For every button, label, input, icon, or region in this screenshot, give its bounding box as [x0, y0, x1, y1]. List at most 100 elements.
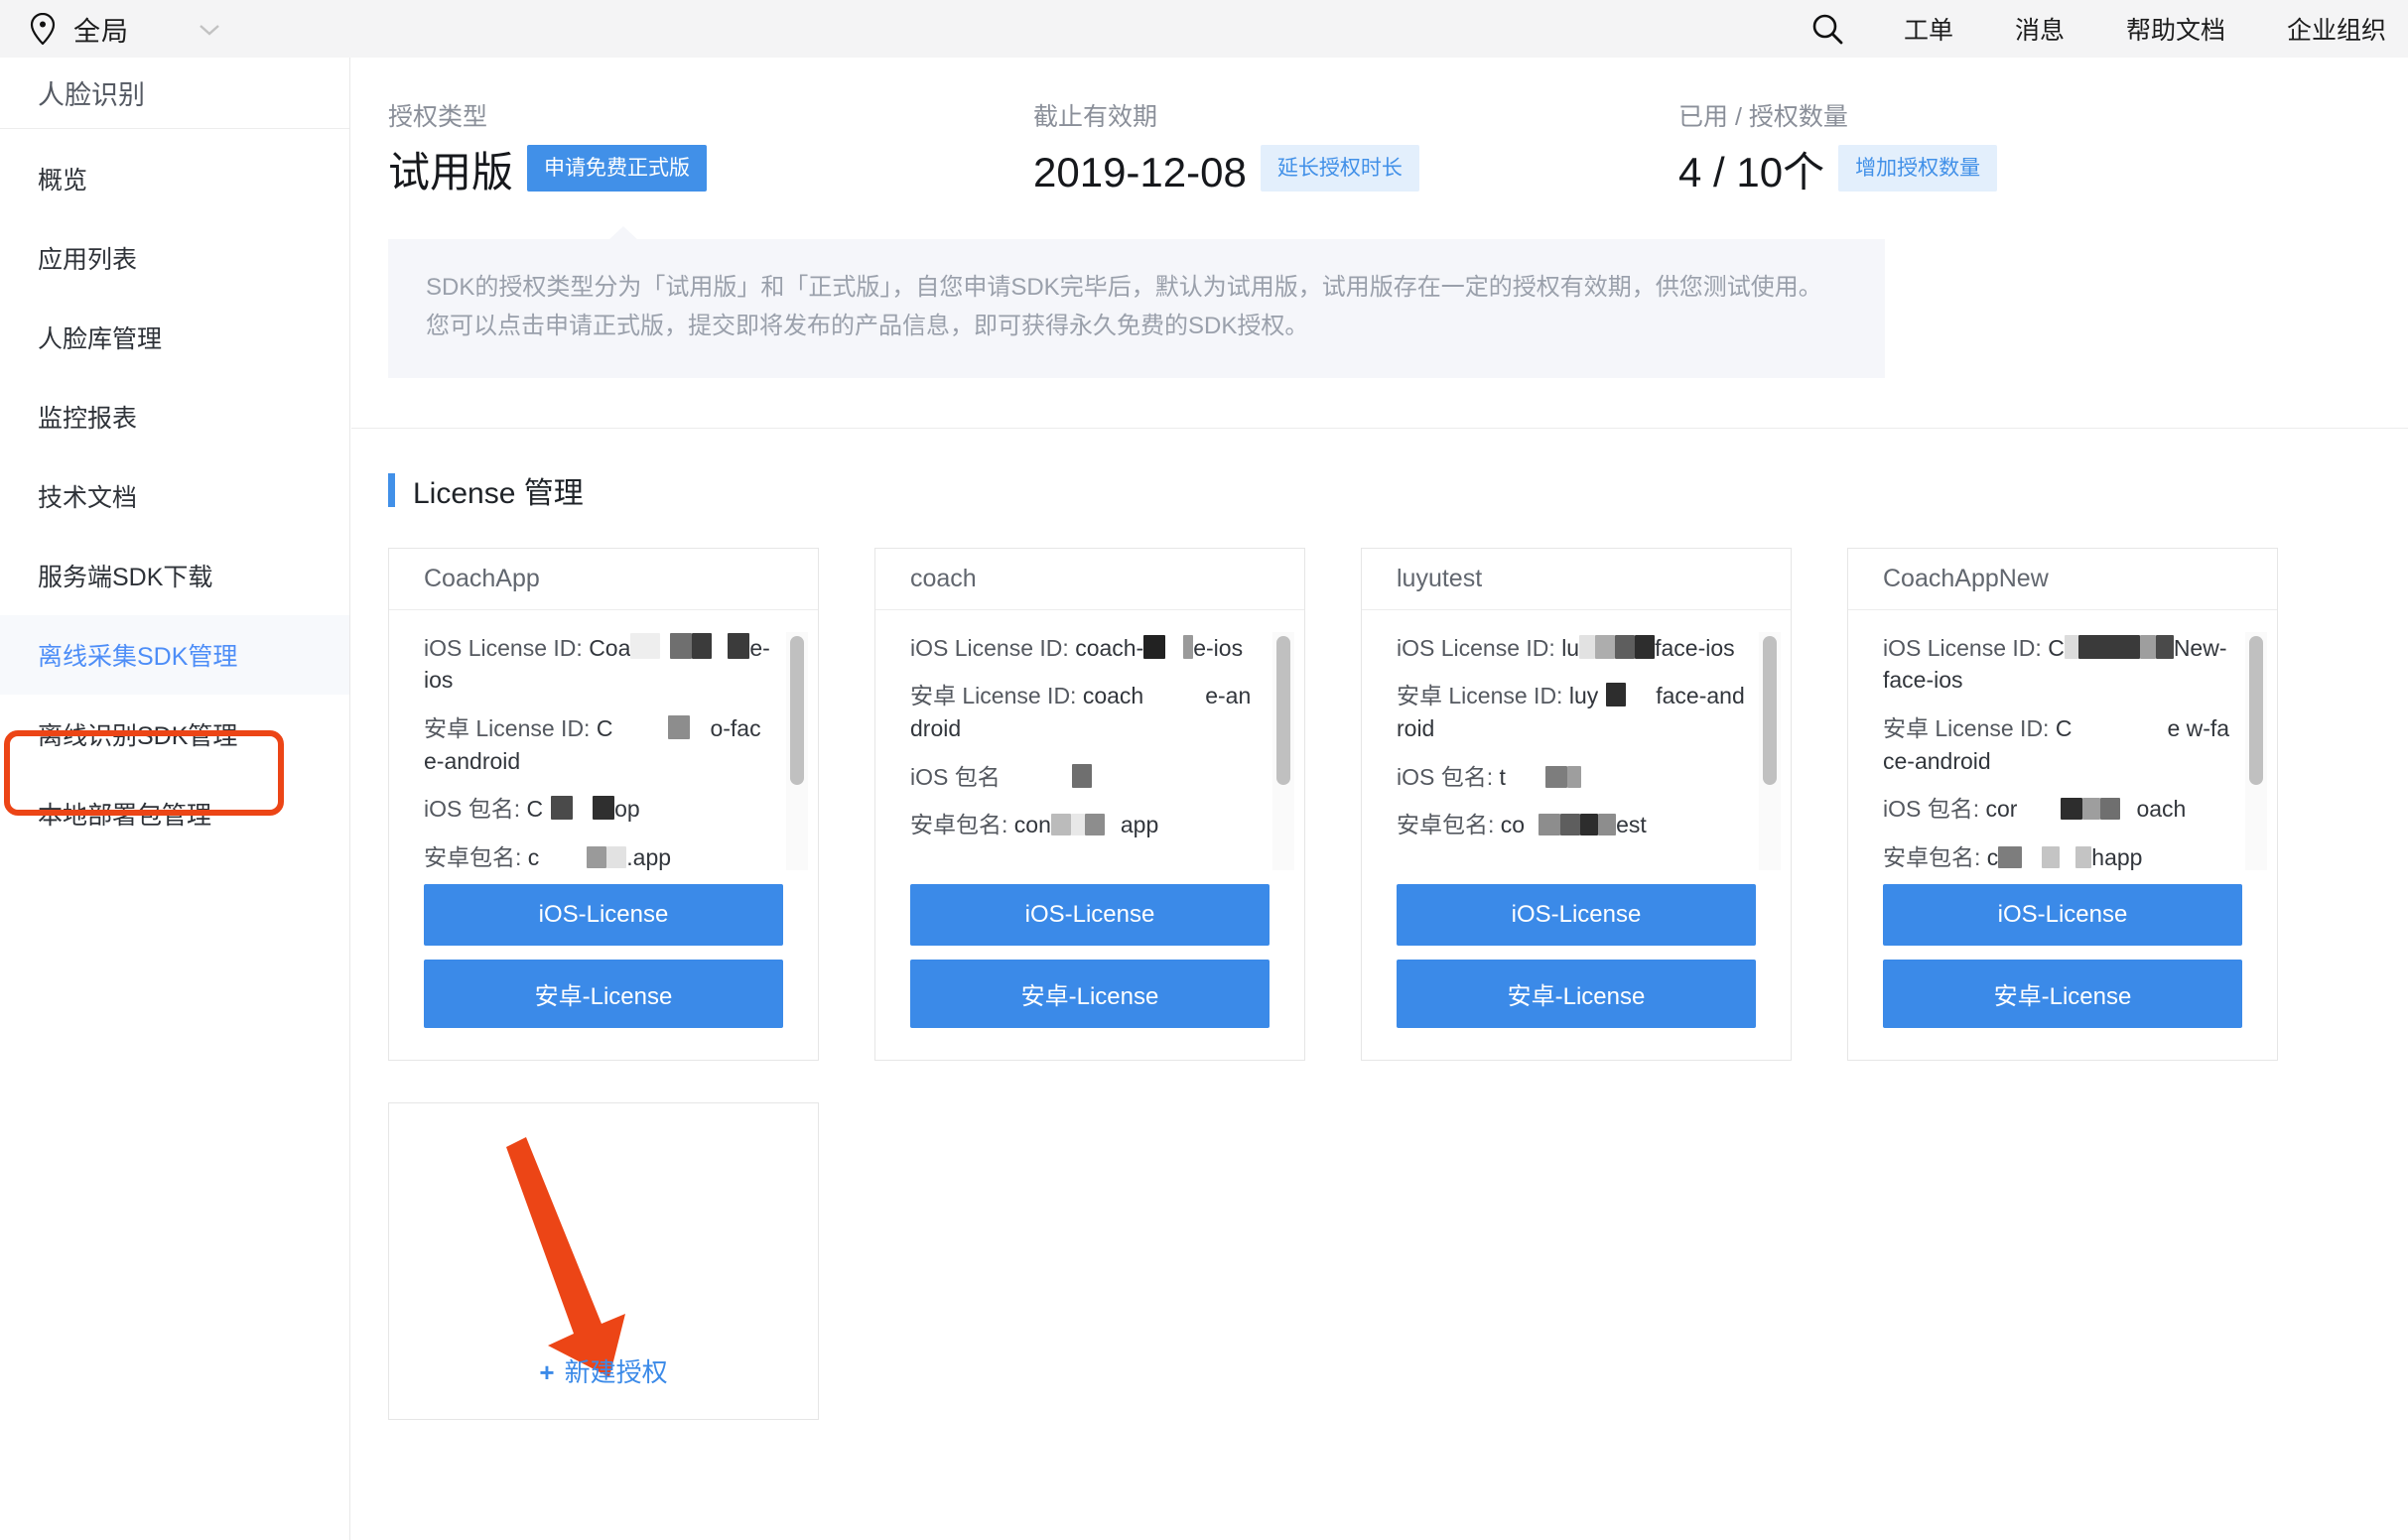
ios-package-field: iOS 包名: Cop: [424, 793, 772, 826]
search-icon[interactable]: [1810, 12, 1844, 46]
sidebar-item-server-sdk-download[interactable]: 服务端SDK下载: [0, 536, 349, 615]
license-card-list: CoachApp iOS License ID: Coae-ios 安卓 Lic…: [388, 548, 2408, 1061]
chevron-down-icon[interactable]: [199, 23, 220, 35]
redaction-block: [587, 846, 606, 868]
card-scrollbar-thumb[interactable]: [2249, 636, 2263, 785]
section-accent-bar: [388, 473, 395, 507]
new-authorization-card[interactable]: +新建授权: [388, 1102, 819, 1420]
sidebar-item-offline-recognition-sdk[interactable]: 离线识别SDK管理: [0, 695, 349, 774]
redaction-block: [2078, 635, 2140, 659]
redaction-block: [2156, 635, 2174, 659]
field-value-suffix: happ: [2091, 844, 2142, 870]
redaction-block: [2065, 635, 2078, 659]
card-scrollbar[interactable]: [1272, 632, 1294, 870]
ios-license-button[interactable]: iOS-License: [1883, 884, 2242, 946]
info-banner: SDK的授权类型分为「试用版」和「正式版」，自您申请SDK完毕后，默认为试用版，…: [388, 239, 1885, 378]
ios-license-id-field: iOS License ID: coach-e-ios: [910, 632, 1259, 665]
redaction-block: [1072, 764, 1092, 788]
field-label: 安卓包名:: [424, 844, 521, 870]
sidebar-item-face-library[interactable]: 人脸库管理: [0, 298, 349, 377]
license-card: luyutest iOS License ID: luface-ios 安卓 L…: [1361, 548, 1792, 1061]
redaction-block: [1545, 766, 1567, 788]
sidebar-item-label: 本地部署包管理: [38, 796, 211, 832]
redaction-block: [606, 846, 626, 868]
card-scrollbar-thumb[interactable]: [1276, 636, 1290, 785]
field-value-suffix: app: [1121, 812, 1158, 837]
redaction-block: [1143, 635, 1165, 659]
quota-label: 已用 / 授权数量: [1678, 97, 1997, 133]
redaction-block: [573, 796, 593, 820]
field-value-suffix: est: [1616, 812, 1647, 837]
field-label: 安卓包名:: [1883, 844, 1980, 870]
field-label: 安卓包名:: [910, 812, 1007, 837]
field-value-prefix: con: [1014, 812, 1051, 837]
region-label: 全局: [73, 10, 129, 49]
redaction-block: [2120, 798, 2136, 820]
sidebar-item-offline-capture-sdk[interactable]: 离线采集SDK管理: [0, 615, 349, 695]
ios-license-button[interactable]: iOS-License: [910, 884, 1270, 946]
sidebar-item-tech-docs[interactable]: 技术文档: [0, 456, 349, 536]
field-value-prefix: C: [2056, 715, 2073, 741]
field-label: iOS 包名:: [424, 796, 520, 822]
sidebar-item-monitor-report[interactable]: 监控报表: [0, 377, 349, 456]
android-license-button[interactable]: 安卓-License: [1883, 960, 2242, 1028]
sidebar: 人脸识别 概览 应用列表 人脸库管理 监控报表 技术文档 服务端SDK下载 离线…: [0, 58, 350, 1540]
android-license-button[interactable]: 安卓-License: [910, 960, 1270, 1028]
redaction-block: [2022, 846, 2042, 868]
android-license-button[interactable]: 安卓-License: [424, 960, 783, 1028]
redaction-block: [612, 713, 668, 739]
redaction-block: [1085, 814, 1105, 835]
redaction-block: [728, 633, 749, 659]
redaction-block: [690, 713, 710, 739]
extend-authorization-button[interactable]: 延长授权时长: [1261, 145, 1419, 192]
license-card-title: CoachApp: [389, 549, 818, 610]
license-card: coach iOS License ID: coach-e-ios 安卓 Lic…: [874, 548, 1305, 1061]
field-value-prefix: c: [1987, 844, 1999, 870]
license-section-header: License 管理: [388, 468, 2408, 512]
android-license-id-field: 安卓 License ID: Ce w-face-android: [1883, 712, 2231, 777]
field-value-prefix: C: [2048, 635, 2065, 661]
nav-link-enterprise-org[interactable]: 企业组织: [2287, 11, 2386, 47]
sidebar-item-overview[interactable]: 概览: [0, 139, 349, 218]
redaction-block: [1051, 814, 1071, 835]
ios-package-field: iOS 包名: t: [1397, 761, 1745, 794]
redaction-block: [1183, 635, 1193, 659]
redaction-block: [1635, 635, 1655, 659]
redaction-block: [2100, 798, 2120, 820]
ios-license-button[interactable]: iOS-License: [1397, 884, 1756, 946]
field-label: iOS License ID:: [424, 635, 583, 661]
card-scrollbar[interactable]: [786, 632, 808, 870]
redaction-block: [1598, 683, 1606, 706]
field-label: 安卓 License ID:: [424, 715, 590, 741]
card-scrollbar[interactable]: [2245, 632, 2267, 870]
redaction-block: [1598, 814, 1616, 835]
field-value-suffix: op: [614, 796, 640, 822]
region-selector[interactable]: 全局: [0, 10, 220, 49]
nav-link-messages[interactable]: 消息: [2015, 11, 2065, 47]
nav-link-help-docs[interactable]: 帮助文档: [2126, 11, 2225, 47]
main-content: 授权类型 试用版 申请免费正式版 截止有效期 2019-12-08 延长授权时长…: [351, 58, 2408, 1540]
card-scrollbar-thumb[interactable]: [790, 636, 804, 785]
redaction-block: [660, 633, 670, 659]
field-label: 安卓 License ID:: [910, 683, 1076, 708]
redaction-block: [1105, 814, 1121, 835]
android-license-button[interactable]: 安卓-License: [1397, 960, 1756, 1028]
android-license-id-field: 安卓 License ID: Co-face-android: [424, 712, 772, 777]
nav-link-tickets[interactable]: 工单: [1904, 11, 1953, 47]
redaction-block: [1567, 766, 1581, 788]
license-card: CoachApp iOS License ID: Coae-ios 安卓 Lic…: [388, 548, 819, 1061]
apply-free-official-button[interactable]: 申请免费正式版: [527, 145, 707, 192]
sidebar-item-app-list[interactable]: 应用列表: [0, 218, 349, 298]
field-label: iOS License ID:: [910, 635, 1069, 661]
android-package-field: 安卓包名: con app: [910, 809, 1259, 841]
redaction-block: [670, 633, 692, 659]
card-scrollbar-thumb[interactable]: [1763, 636, 1777, 785]
card-scrollbar[interactable]: [1759, 632, 1781, 870]
auth-type-block: 授权类型 试用版 申请免费正式版: [388, 97, 1033, 193]
expiry-label: 截止有效期: [1033, 97, 1678, 133]
increase-quota-button[interactable]: 增加授权数量: [1838, 145, 1997, 192]
field-label: iOS 包名:: [1397, 764, 1493, 790]
ios-license-button[interactable]: iOS-License: [424, 884, 783, 946]
top-nav-links: 工单 消息 帮助文档 企业组织: [1810, 0, 2408, 58]
sidebar-item-local-deploy-package[interactable]: 本地部署包管理: [0, 774, 349, 853]
